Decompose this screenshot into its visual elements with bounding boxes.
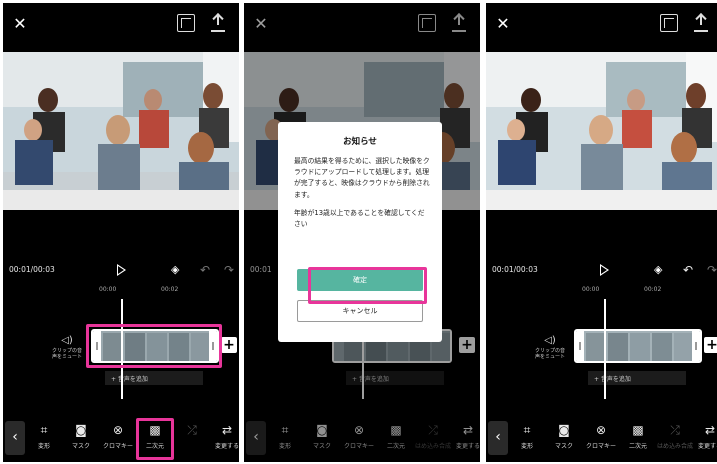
export-icon[interactable] xyxy=(209,13,227,33)
tool-overlay[interactable]: ⤮ はめ込み合成 xyxy=(656,422,694,450)
editor-panel-1: ✕ 00:01/00:03 ◈ ↶ ↷ 00:00 00:02 ◁) クリップの… xyxy=(3,3,239,462)
mute-label: クリップの音声をミュート xyxy=(534,348,565,360)
redo-icon[interactable]: ↷ xyxy=(707,263,717,277)
time-readout: 00:01/00:03 xyxy=(9,265,55,274)
top-bar: ✕ xyxy=(3,3,239,45)
video-clip[interactable] xyxy=(574,329,702,363)
close-icon[interactable]: ✕ xyxy=(9,12,31,34)
ruler-mark: 00:00 xyxy=(99,286,117,293)
playback-controls: 00:01/00:03 ◈ ↶ ↷ xyxy=(3,260,239,282)
dialog-title: お知らせ xyxy=(343,137,377,147)
add-clip-button[interactable]: + xyxy=(704,337,717,353)
keyframe-icon[interactable]: ◈ xyxy=(171,263,183,276)
replace-icon: ⇄ xyxy=(704,423,716,437)
top-bar: ✕ xyxy=(486,3,717,45)
ruler-mark: 00:02 xyxy=(161,286,179,293)
shuffle-icon: ⤮ xyxy=(187,423,197,437)
playback-controls: 00:01/00:03 ◈ ↶ ↷ xyxy=(486,260,717,282)
video-preview xyxy=(3,52,239,210)
playhead[interactable] xyxy=(604,299,606,399)
add-audio-button[interactable]: + 音声を追加 xyxy=(105,371,203,385)
ruler-mark: 00:00 xyxy=(582,286,600,293)
mask-icon: ◙ xyxy=(75,423,87,437)
tool-overlay[interactable]: ⤮ xyxy=(173,422,211,441)
notice-dialog: お知らせ 最高の結果を得るために、選択した映像をクラウドにアップロードして処理し… xyxy=(278,122,442,342)
time-readout: 00:01/00:03 xyxy=(492,265,538,274)
crop-icon: ⌗ xyxy=(523,423,531,437)
tool-chroma-key[interactable]: ⊗ クロマキー xyxy=(99,422,137,450)
timeline[interactable]: ◁) クリップの音声をミュート + + 音声を追加 xyxy=(486,299,717,399)
dialog-age-notice: 年齢が13歳以上であることを確認してください xyxy=(294,208,425,229)
undo-icon[interactable]: ↶ xyxy=(683,263,693,277)
replace-icon: ⇄ xyxy=(221,423,233,437)
highlight-confirm-button xyxy=(308,267,427,304)
add-audio-button[interactable]: + 音声を追加 xyxy=(588,371,686,385)
time-ruler: 00:00 00:02 xyxy=(486,284,717,296)
add-clip-button[interactable]: + xyxy=(221,337,237,353)
editor-panel-2: ✕ 00:01 + + 音声を追加 ‹ ⌗ 変形 ◙ マスク ⊗ クロマキー ▩… xyxy=(244,3,480,462)
bottom-toolbar: ‹ ⌗ 変形 ◙ マスク ⊗ クロマキー ▩ 二次元 ⤮ ⇄ 変更する xyxy=(3,416,239,462)
tool-chroma-key[interactable]: ⊗ クロマキー xyxy=(582,422,620,450)
mute-clip-audio[interactable]: ◁) クリップの音声をミュート xyxy=(534,335,566,360)
tool-replace[interactable]: ⇄変更する xyxy=(691,422,717,450)
speaker-icon: ◁) xyxy=(61,335,73,346)
keyframe-icon[interactable]: ◈ xyxy=(654,263,666,276)
chroma-key-icon: ⊗ xyxy=(595,423,607,437)
redo-icon[interactable]: ↷ xyxy=(224,263,234,277)
clip-trim-handle-right[interactable] xyxy=(692,331,700,361)
highlight-anime-2d-tool xyxy=(136,418,174,460)
back-icon[interactable]: ‹ xyxy=(488,421,508,455)
ruler-mark: 00:02 xyxy=(644,286,662,293)
dialog-message: 最高の結果を得るために、選択した映像をクラウドにアップロードして処理します。処理… xyxy=(294,157,430,199)
crop-icon: ⌗ xyxy=(40,423,48,437)
editor-panel-3: ✕ 00:01/00:03 ◈ ↶ ↷ 00:00 00:02 ◁) クリップの… xyxy=(486,3,717,462)
fullscreen-icon[interactable] xyxy=(660,14,678,32)
mute-clip-audio[interactable]: ◁) クリップの音声をミュート xyxy=(51,335,83,360)
back-icon[interactable]: ‹ xyxy=(5,421,25,455)
clip-trim-handle-left[interactable] xyxy=(576,331,584,361)
tool-anime-2d[interactable]: ▩ 二次元 xyxy=(619,422,657,450)
undo-icon[interactable]: ↶ xyxy=(200,263,210,277)
highlight-clip xyxy=(86,324,222,368)
play-icon[interactable] xyxy=(117,264,126,276)
export-icon[interactable] xyxy=(692,13,710,33)
close-icon[interactable]: ✕ xyxy=(492,12,514,34)
mute-label: クリップの音声をミュート xyxy=(51,348,82,360)
mask-icon: ◙ xyxy=(558,423,570,437)
play-icon[interactable] xyxy=(600,264,609,276)
bottom-toolbar: ‹ ⌗変形 ◙マスク ⊗クロマキー ▩二次元 ⤮はめ込み合成 ⇄変更する xyxy=(486,416,717,462)
anime-2d-icon: ▩ xyxy=(632,423,644,437)
video-preview xyxy=(486,52,717,210)
speaker-icon: ◁) xyxy=(544,335,556,346)
dialog-body: 最高の結果を得るために、選択した映像をクラウドにアップロードして処理します。処理… xyxy=(294,156,430,237)
fullscreen-icon[interactable] xyxy=(177,14,195,32)
tool-replace[interactable]: ⇄変更する xyxy=(208,422,239,450)
tool-mask[interactable]: ◙ マスク xyxy=(545,422,583,450)
tool-transform[interactable]: ⌗ 変形 xyxy=(508,422,546,450)
shuffle-icon: ⤮ xyxy=(670,423,680,437)
tool-transform[interactable]: ⌗ 変形 xyxy=(25,422,63,450)
tool-mask[interactable]: ◙ マスク xyxy=(62,422,100,450)
time-ruler: 00:00 00:02 xyxy=(3,284,239,296)
chroma-key-icon: ⊗ xyxy=(112,423,124,437)
